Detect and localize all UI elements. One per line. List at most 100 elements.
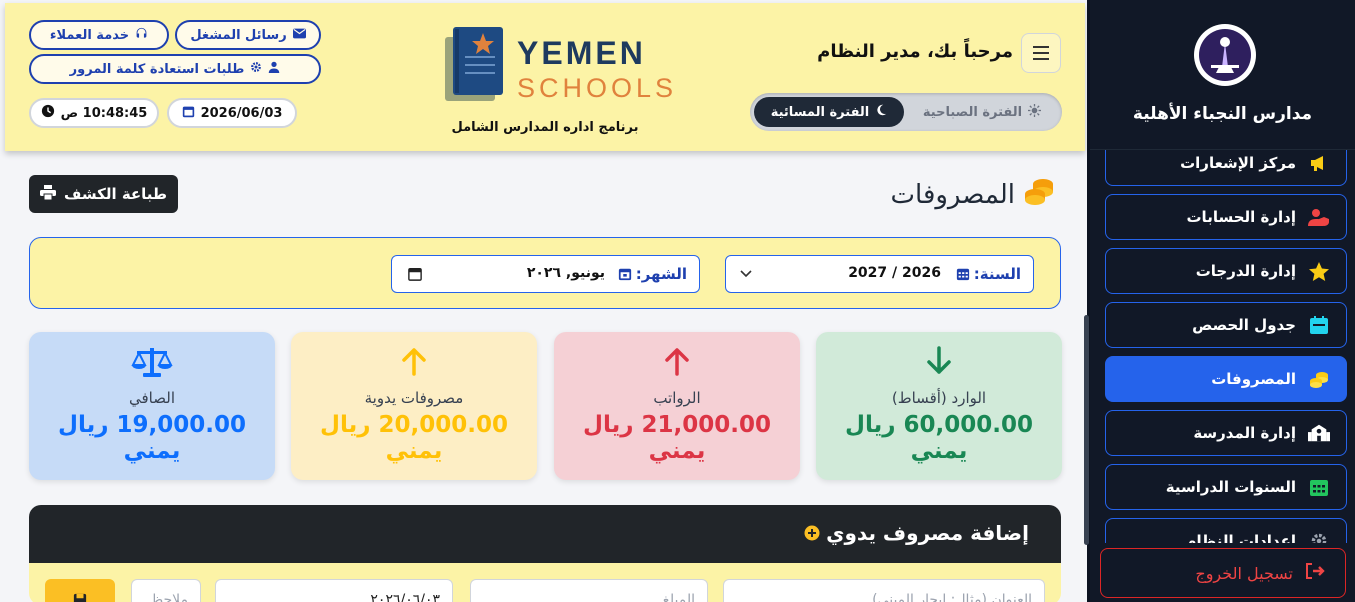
sidebar-item-system-settings[interactable]: إعدادات النظام [1105,518,1347,543]
expense-date-value: ٢٠٢٦/٠٦/٠٣ [370,592,440,602]
program-name: برنامج اداره المدارس الشامل [451,120,639,135]
sidebar-item-expenses[interactable]: المصروفات [1105,356,1347,402]
month-label: الشهر: [618,265,687,283]
month-picker[interactable]: الشهر: يونيو, ٢٠٢٦ [391,255,700,293]
shift-morning-option[interactable]: الفترة الصباحية [910,97,1054,127]
salaries-value: 21,000.00 ريال يمني [583,412,771,464]
gear-icon [1308,530,1330,543]
year-value: 2026 / 2027 [848,265,941,281]
customer-service-button[interactable]: خدمة العملاء [29,20,169,50]
net-value: 19,000.00 ريال يمني [58,412,246,464]
sidebar-item-grades[interactable]: إدارة الدرجات [1105,248,1347,294]
net-card: الصافي 19,000.00 ريال يمني [29,332,275,480]
headset-icon [135,27,148,44]
expense-date-input[interactable]: ٢٠٢٦/٠٦/٠٣ [215,579,453,602]
sidebar-item-label: إدارة الدرجات [1195,262,1296,280]
logo-text-yemen: YEMEN [517,35,646,71]
moon-icon [875,104,887,120]
add-expense-header: إضافة مصروف يدوي [29,505,1061,563]
page-title: المصروفات [891,176,1055,213]
school-logo [1194,24,1256,86]
envelope-icon [292,28,306,43]
calendar-grid-icon [1308,476,1330,498]
calendar-icon [1308,314,1330,336]
user-shield-icon [1308,206,1330,228]
arrow-up-icon [291,346,537,384]
add-expense-panel: إضافة مصروف يدوي العنوان (مثال: ايجار ال… [29,505,1061,602]
coins-icon [1308,368,1330,390]
sidebar-item-academic-years[interactable]: السنوات الدراسية [1105,464,1347,510]
password-requests-button[interactable]: طلبات استعادة كلمة المرور [29,54,321,84]
print-report-button[interactable]: طباعة الكشف [29,175,178,213]
shift-evening-option[interactable]: الفترة المسائية [754,97,904,127]
school-name: مدارس النجباء الأهلية [1132,104,1313,124]
date-display: 2026/06/03 [167,98,297,128]
operator-messages-label: رسائل المشغل [190,27,287,43]
book-logo-icon [445,27,503,101]
logout-label: تسجيل الخروج [1195,563,1293,583]
sign-out-icon [1305,563,1325,583]
star-icon [1308,260,1330,282]
clock-display: 10:48:45 ص [29,98,159,128]
time-value: 10:48:45 ص [60,105,148,121]
gear-icon [250,61,262,77]
year-label: السنة: [956,265,1021,283]
print-button-label: طباعة الكشف [63,185,168,203]
add-expense-form: العنوان (مثال: ايجار المبنى) المبلغ ٢٠٢٦… [29,563,1061,602]
sidebar-item-label: إدارة المدرسة [1193,424,1296,442]
add-expense-title: إضافة مصروف يدوي [804,521,1029,545]
manual-expenses-label: مصروفات يدوية [364,389,464,407]
password-requests-label: طلبات استعادة كلمة المرور [69,61,245,77]
income-label: الوارد (أقساط) [891,389,987,407]
user-icon [268,61,280,77]
sidebar-item-label: السنوات الدراسية [1165,478,1296,496]
income-value: 60,000.00 ريال يمني [845,412,1033,464]
sidebar-scrollbar[interactable] [1084,315,1089,545]
operator-messages-button[interactable]: رسائل المشغل [175,20,321,50]
sidebar-item-notifications[interactable]: مركز الإشعارات [1105,150,1347,186]
expense-title-input[interactable]: العنوان (مثال: ايجار المبنى) [723,579,1045,602]
date-value: 2026/06/03 [200,105,283,121]
shift-evening-label: الفترة المسائية [770,104,870,120]
save-icon [73,593,87,602]
sidebar-item-school-management[interactable]: إدارة المدرسة [1105,410,1347,456]
expense-notes-input[interactable]: ملاحظ [131,579,201,602]
arrow-up-icon [554,346,800,384]
save-expense-button[interactable] [45,579,115,602]
sidebar-item-label: المصروفات [1211,370,1296,388]
calendar-icon [956,268,969,281]
sidebar-item-label: إدارة الحسابات [1186,208,1296,226]
school-brand: مدارس النجباء الأهلية [1090,0,1355,150]
customer-service-label: خدمة العملاء [49,27,130,43]
coins-icon [1023,176,1055,213]
scale-icon [29,346,275,386]
sidebar-item-timetable[interactable]: جدول الحصص [1105,302,1347,348]
expense-amount-input[interactable]: المبلغ [470,579,708,602]
year-select[interactable]: السنة: 2026 / 2027 [725,255,1034,293]
hamburger-icon [1033,46,1049,60]
sidebar-item-label: مركز الإشعارات [1180,154,1296,172]
torch-crest-icon [1211,37,1239,73]
calendar-icon [618,268,631,281]
school-icon [1308,422,1330,444]
calendar-icon [182,105,195,122]
shift-morning-label: الفترة الصباحية [922,104,1023,120]
sidebar-item-accounts[interactable]: إدارة الحسابات [1105,194,1347,240]
calendar-outline-icon[interactable] [408,267,422,281]
manual-expenses-value: 20,000.00 ريال يمني [320,412,508,464]
yemen-schools-logo: YEMEN SCHOOLS [435,21,673,111]
sidebar-item-label: جدول الحصص [1192,316,1296,334]
manual-expenses-card: مصروفات يدوية 20,000.00 ريال يمني [291,332,537,480]
salaries-label: الرواتب [653,389,701,407]
megaphone-icon [1308,152,1330,174]
logout-button[interactable]: تسجيل الخروج [1100,548,1346,598]
net-label: الصافي [129,389,175,407]
menu-toggle-button[interactable] [1021,33,1061,73]
filter-panel: السنة: 2026 / 2027 الشهر: يونيو, ٢٠٢٦ [29,237,1061,309]
welcome-text: مرحباً بك، مدير النظام [817,41,1013,62]
shift-toggle: الفترة الصباحية الفترة المسائية [750,93,1062,131]
plus-circle-icon [804,525,820,541]
clock-icon [41,104,55,122]
sidebar: مدارس النجباء الأهلية مركز الإشعارات إدا… [1084,0,1355,602]
arrow-down-icon [816,346,1062,384]
